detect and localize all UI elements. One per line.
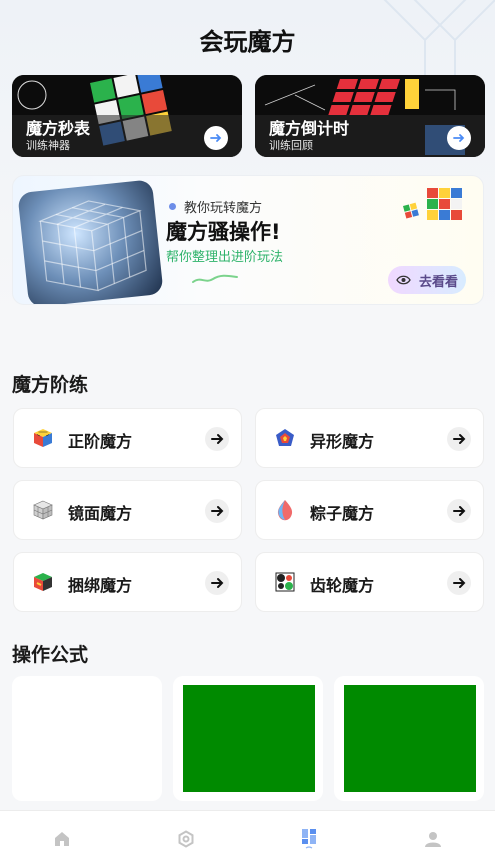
crystal-cube-image	[17, 179, 164, 304]
countdown-card[interactable]: 魔方倒计时 训练回顾	[255, 75, 485, 157]
category-card-gear[interactable]: 齿轮魔方	[255, 552, 484, 612]
tab-settings[interactable]	[124, 811, 248, 867]
stopwatch-go-button[interactable]	[204, 126, 228, 150]
formula-card[interactable]	[173, 676, 323, 801]
page-title: 会玩魔方	[199, 28, 296, 56]
banner-tag: 教你玩转魔方	[169, 197, 262, 216]
formula-image	[344, 685, 476, 792]
banner-subtitle: 帮你整理出进阶玩法	[166, 250, 284, 265]
category-label: 齿轮魔方	[310, 576, 375, 595]
banner-title: 魔方骚操作!	[166, 220, 281, 244]
category-card-mirror[interactable]: 镜面魔方	[13, 480, 242, 540]
category-card-irregular[interactable]: 异形魔方	[255, 408, 484, 468]
arrow-right-icon	[211, 434, 224, 444]
eye-icon	[396, 275, 411, 285]
category-arrow-button[interactable]	[205, 571, 229, 595]
stopwatch-card-title: 魔方秒表	[26, 119, 91, 138]
grid-icon	[302, 829, 317, 849]
arrow-right-icon	[210, 134, 222, 142]
formula-image	[183, 685, 315, 792]
category-label: 粽子魔方	[310, 504, 375, 523]
countdown-go-button[interactable]	[447, 126, 471, 150]
pyraminx-icon	[277, 500, 293, 521]
mirror-cube-icon	[33, 500, 53, 520]
arrow-right-icon	[453, 434, 466, 444]
formula-card[interactable]	[12, 676, 162, 801]
countdown-card-subtitle: 训练回顾	[269, 139, 313, 152]
countdown-card-title: 魔方倒计时	[269, 119, 350, 138]
category-arrow-button[interactable]	[205, 499, 229, 523]
tab-profile[interactable]	[371, 811, 495, 867]
user-icon	[425, 832, 442, 847]
category-card-standard[interactable]: 正阶魔方	[13, 408, 242, 468]
category-label: 异形魔方	[310, 432, 375, 451]
categories-section-title: 魔方阶练	[12, 374, 89, 396]
stopwatch-card-subtitle: 训练神器	[26, 139, 70, 152]
category-label: 正阶魔方	[68, 432, 133, 451]
arrow-right-icon	[453, 578, 466, 588]
category-arrow-button[interactable]	[447, 427, 471, 451]
category-arrow-button[interactable]	[447, 499, 471, 523]
gear-icon	[178, 830, 194, 848]
tips-banner[interactable]: 教你玩转魔方 魔方骚操作! 帮你整理出进阶玩法 去看看	[12, 175, 484, 305]
megaminx-icon	[276, 429, 294, 446]
category-card-bandaged[interactable]: 捆绑魔方	[13, 552, 242, 612]
bottom-tab-bar	[0, 810, 495, 867]
arrow-right-icon	[211, 506, 224, 516]
category-card-pyraminx[interactable]: 粽子魔方	[255, 480, 484, 540]
arrow-right-icon	[453, 134, 465, 142]
category-arrow-button[interactable]	[447, 571, 471, 595]
banner-button-label: 去看看	[418, 274, 458, 290]
squiggle-decoration	[192, 274, 238, 283]
arrow-right-icon	[453, 506, 466, 516]
tab-apps[interactable]	[248, 811, 372, 867]
formula-card[interactable]	[334, 676, 484, 801]
rubiks-cube-icon	[34, 429, 52, 447]
arrow-right-icon	[211, 578, 224, 588]
dot-icon	[169, 203, 176, 210]
category-label: 镜面魔方	[68, 504, 133, 523]
category-label: 捆绑魔方	[68, 576, 133, 595]
stopwatch-card[interactable]: 魔方秒表 训练神器	[12, 75, 242, 157]
home-icon	[54, 832, 69, 846]
tab-home[interactable]	[0, 811, 124, 867]
gear-cube-icon	[275, 572, 295, 592]
small-cubes-decoration	[403, 188, 462, 220]
banner-tag-text: 教你玩转魔方	[184, 201, 263, 216]
banner-go-button[interactable]: 去看看	[388, 266, 466, 294]
bandaged-cube-icon	[34, 573, 52, 591]
formula-section-title: 操作公式	[12, 644, 89, 666]
category-arrow-button[interactable]	[205, 427, 229, 451]
